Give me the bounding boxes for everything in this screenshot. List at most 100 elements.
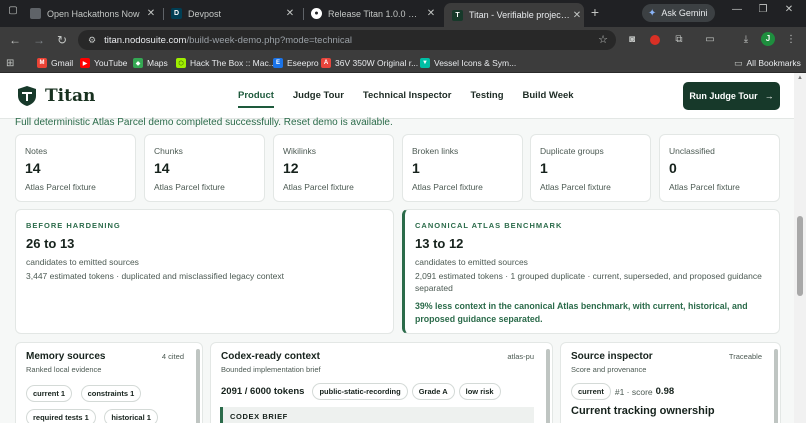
nav-judge-tour[interactable]: Judge Tour (293, 90, 344, 108)
close-icon[interactable]: ✕ (424, 8, 438, 19)
before-hardening-card: BEFORE HARDENING 26 to 13 candidates to … (15, 209, 394, 334)
card-eyebrow: CANONICAL ATLAS BENCHMARK (415, 221, 563, 230)
eseepro-icon: E (273, 58, 283, 68)
devpost-icon: D (171, 8, 182, 19)
bookmark-hackthebox[interactable]: ⬡ Hack The Box :: Mac... (176, 56, 276, 70)
restore-icon[interactable]: ❐ (756, 4, 770, 15)
stat-card-notes: Notes 14 Atlas Parcel fixture (15, 134, 136, 202)
stat-sub: Atlas Parcel fixture (540, 182, 611, 192)
nav-build-week[interactable]: Build Week (523, 90, 574, 108)
extension-red-icon[interactable] (648, 33, 662, 47)
page-content: Titan Product Judge Tour Technical Inspe… (0, 73, 806, 423)
stat-label: Unclassified (669, 146, 715, 156)
tab-open-hackathons[interactable]: Open Hackathons Now ✕ (30, 3, 158, 24)
codex-brief-block: CODEX BRIEF (220, 407, 534, 423)
extensions-puzzle-icon[interactable]: ⧉ (672, 33, 686, 47)
tab-devpost[interactable]: D Devpost ✕ (171, 3, 297, 24)
stat-card-duplicate-groups: Duplicate groups 1 Atlas Parcel fixture (530, 134, 651, 202)
more-menu-icon[interactable]: ⋮ (784, 33, 798, 47)
bookmark-eseepro[interactable]: E Eseepro (273, 56, 319, 70)
close-icon[interactable]: ✕ (283, 8, 297, 19)
stat-card-wikilinks: Wikilinks 12 Atlas Parcel fixture (273, 134, 394, 202)
stat-sub: Atlas Parcel fixture (669, 182, 740, 192)
panel-title: Codex-ready context (221, 351, 320, 362)
chip-constraints[interactable]: constraints 1 (80, 385, 142, 402)
hackthebox-cube-icon: ⬡ (176, 58, 186, 68)
bookmark-label: Eseepro (287, 58, 319, 68)
traceable-label: Traceable (728, 352, 762, 361)
nav-technical-inspector[interactable]: Technical Inspector (363, 90, 452, 108)
tab-title: Open Hackathons Now (47, 8, 140, 19)
tab-titan-active[interactable]: T Titan - Verifiable project memory ✕ (444, 3, 584, 27)
page-scrollbar[interactable]: ▲ (794, 73, 806, 423)
nav-product[interactable]: Product (238, 90, 274, 108)
bookmark-label: Gmail (51, 58, 74, 68)
folder-icon: ▭ (734, 57, 743, 68)
bookmark-star-icon[interactable]: ☆ (598, 33, 608, 46)
tab-separator (163, 8, 164, 20)
titan-favicon-icon: T (452, 9, 463, 21)
site-info-icon[interactable]: ⚙ (88, 35, 96, 46)
download-icon[interactable]: ⤓ (739, 33, 753, 47)
canonical-benchmark-card: CANONICAL ATLAS BENCHMARK 13 to 12 candi… (402, 209, 780, 334)
new-tab-button[interactable]: + (587, 4, 603, 22)
bookmark-gmail[interactable]: M Gmail (37, 56, 73, 70)
panel-scrollbar[interactable] (546, 349, 550, 423)
screenshot-icon[interactable]: ◙ (625, 33, 639, 47)
page-scroll-thumb[interactable] (797, 216, 803, 296)
stat-label: Duplicate groups (540, 146, 604, 156)
run-judge-tour-button[interactable]: Run Judge Tour → (683, 82, 780, 110)
apps-grid-icon[interactable]: ⊞ (6, 56, 14, 70)
benchmark-highlight: 39% less context in the canonical Atlas … (415, 301, 748, 324)
bookmark-vessel-icons[interactable]: ▼ Vessel Icons & Sym... (420, 56, 516, 70)
chip-grade[interactable]: Grade A (411, 383, 455, 400)
bookmark-youtube[interactable]: ▶ YouTube (80, 56, 127, 70)
chip-historical[interactable]: historical 1 (104, 409, 158, 423)
stat-sub: Atlas Parcel fixture (154, 182, 225, 192)
browser-tab-strip: ▢ Open Hackathons Now ✕ D Devpost ✕ ● Re… (0, 0, 806, 27)
minimize-icon[interactable]: — (730, 4, 744, 15)
brand-logo[interactable]: Titan (17, 85, 95, 107)
ask-gemini-label: Ask Gemini (661, 8, 708, 18)
chip-current[interactable]: current (571, 383, 611, 400)
chip-risk[interactable]: low risk (458, 383, 501, 400)
reload-icon[interactable]: ↻ (54, 32, 70, 48)
source-score: 0.98 (655, 386, 675, 397)
forward-arrow-icon[interactable]: → (31, 32, 47, 48)
stat-label: Notes (25, 146, 48, 156)
close-window-icon[interactable]: ✕ (782, 4, 796, 15)
bookmark-maps[interactable]: ◆ Maps (133, 56, 168, 70)
address-bar[interactable]: ⚙ titan.nodosuite.com/build-week-demo.ph… (78, 30, 616, 50)
chip-public-static-recording[interactable]: public-static-recording (312, 383, 408, 400)
token-count: 2091 / 6000 tokens (221, 386, 305, 397)
demo-complete-notice: Full deterministic Atlas Parcel demo com… (15, 117, 393, 128)
panel-scrollbar[interactable] (774, 349, 778, 423)
card-headline: 13 to 12 (415, 236, 464, 251)
bookmark-36v-motor[interactable]: A 36V 350W Original r... (321, 56, 418, 70)
stat-sub: Atlas Parcel fixture (412, 182, 483, 192)
card-line: candidates to emitted sources (26, 257, 139, 267)
gmail-icon: M (37, 58, 47, 68)
chip-row: current 1 constraints 1 (26, 383, 192, 402)
source-inspector-panel: Source inspector Traceable Score and pro… (560, 342, 781, 423)
panel-scrollbar[interactable] (196, 349, 200, 423)
bookmark-all-bookmarks[interactable]: ▭ All Bookmarks (734, 56, 801, 70)
close-icon[interactable]: ✕ (570, 10, 584, 21)
ask-gemini-button[interactable]: ✦ Ask Gemini (642, 4, 716, 22)
url-host: titan.nodosuite.com (104, 34, 187, 46)
stat-card-broken-links: Broken links 1 Atlas Parcel fixture (402, 134, 523, 202)
back-arrow-icon[interactable]: ← (7, 32, 23, 48)
memory-sources-panel: Memory sources 4 cited Ranked local evid… (15, 342, 203, 423)
scroll-up-icon[interactable]: ▲ (797, 75, 803, 81)
cast-icon[interactable]: ▭ (703, 33, 717, 47)
chip-required-tests[interactable]: required tests 1 (26, 409, 96, 423)
score-row: current #1 · score 0.98 (571, 383, 770, 400)
arrow-right-icon: → (764, 91, 774, 101)
chip-current[interactable]: current 1 (26, 385, 73, 402)
nav-testing[interactable]: Testing (470, 90, 503, 108)
brand-name: Titan (45, 86, 96, 106)
close-icon[interactable]: ✕ (144, 8, 158, 19)
tab-release-titan[interactable]: ● Release Titan 1.0.0 — OpenAI ... ✕ (311, 3, 438, 24)
tab-search-icon[interactable]: ▢ (6, 5, 20, 16)
profile-avatar[interactable]: J (761, 32, 775, 46)
